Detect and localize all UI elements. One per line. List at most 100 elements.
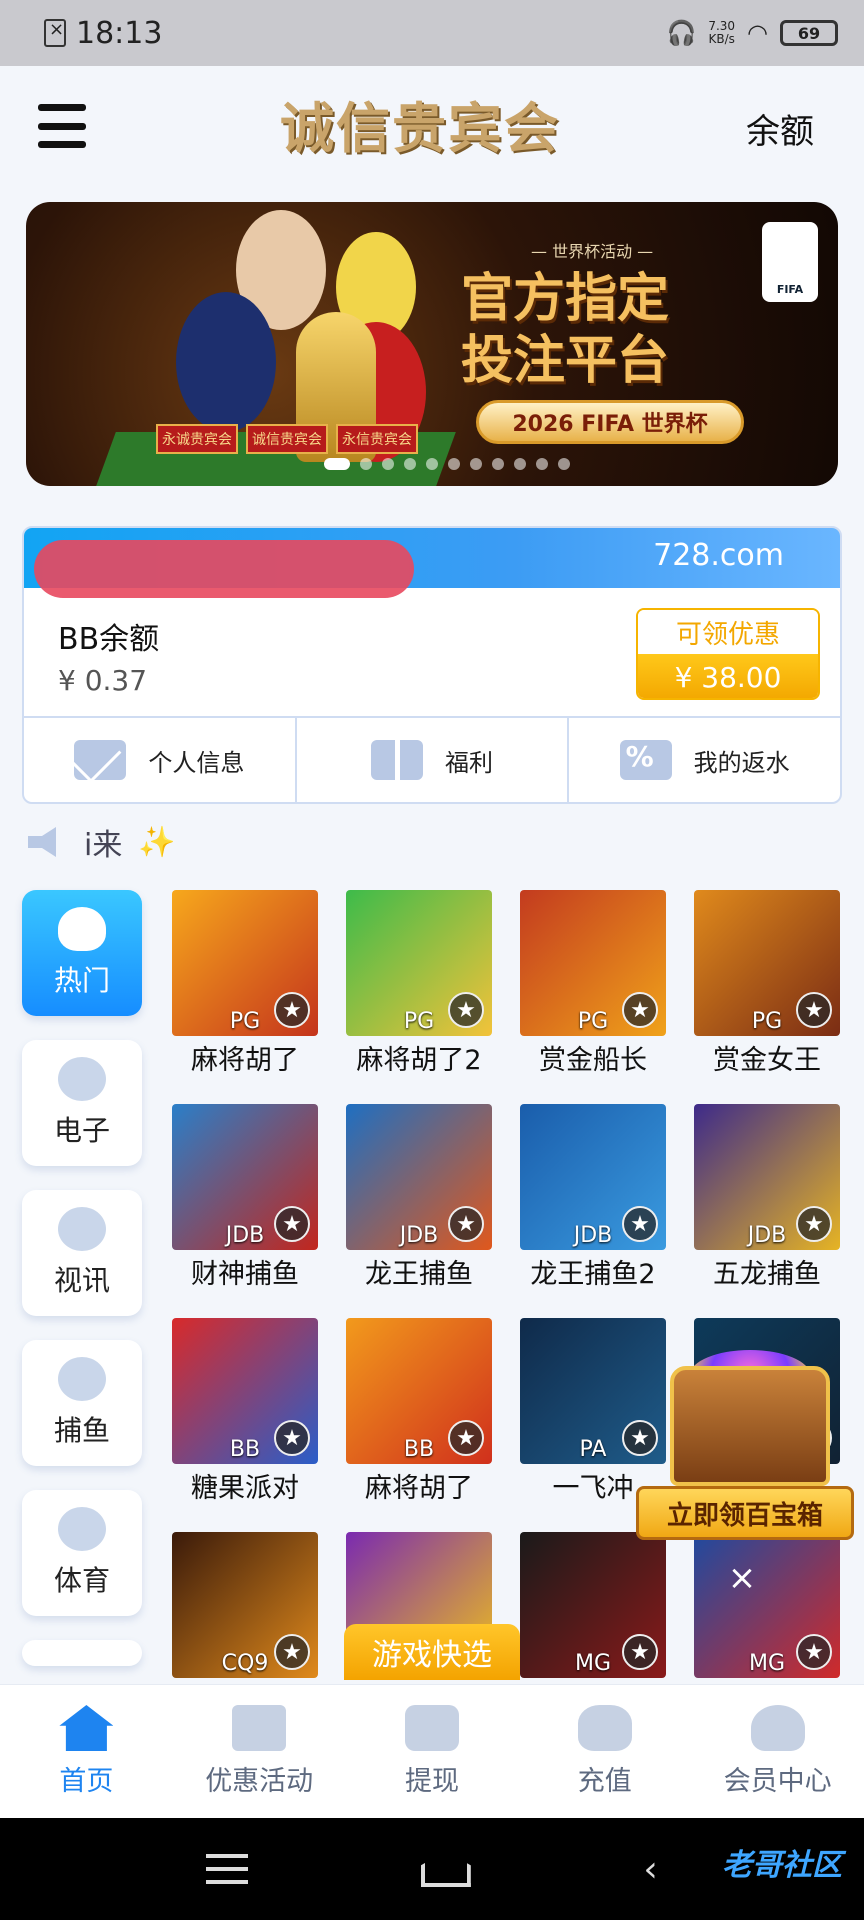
- shortcut-welfare[interactable]: 福利: [297, 718, 570, 802]
- favorite-star-icon[interactable]: ★: [448, 1420, 484, 1456]
- game-tile[interactable]: CQ9 ★: [172, 1532, 318, 1680]
- game-tile[interactable]: JDB ★ 龙王捕鱼2: [520, 1104, 666, 1291]
- nav-label: 提现: [404, 1766, 459, 1797]
- nav-member[interactable]: 会员中心: [691, 1685, 864, 1818]
- shortcut-profile[interactable]: 个人信息: [24, 718, 297, 802]
- game-thumbnail: JDB ★: [694, 1104, 840, 1250]
- category-sidebar: 热门 电子 视讯 捕鱼 体育: [22, 890, 142, 1666]
- nav-label: 充值: [577, 1766, 632, 1797]
- rebate-icon: [619, 740, 672, 780]
- game-tile[interactable]: JDB ★ 龙王捕鱼: [346, 1104, 492, 1291]
- carousel-dot[interactable]: [514, 458, 526, 470]
- favorite-star-icon[interactable]: ★: [274, 1206, 310, 1242]
- carousel-dot[interactable]: [470, 458, 482, 470]
- carousel-dot[interactable]: [492, 458, 504, 470]
- category-fishing[interactable]: 捕鱼: [22, 1340, 142, 1466]
- sparkle-icon: ✨: [138, 824, 176, 860]
- status-time: 18:13: [76, 15, 163, 51]
- nav-promotions[interactable]: 优惠活动: [173, 1685, 346, 1818]
- favorite-star-icon[interactable]: ★: [448, 992, 484, 1028]
- claim-treasure-button[interactable]: 立即领百宝箱: [636, 1486, 854, 1540]
- category-label: 电子: [53, 1114, 110, 1147]
- card-icon: [404, 1705, 459, 1751]
- game-name: 财神捕鱼: [191, 1259, 299, 1290]
- soccer-ball-icon: [58, 1507, 106, 1551]
- carousel-dot[interactable]: [426, 458, 438, 470]
- system-home-icon[interactable]: [420, 1851, 471, 1887]
- network-speed: 7.30 KB/s: [708, 19, 736, 46]
- app-header: 诚信贵宾会 余额: [0, 66, 864, 192]
- game-quick-pick-button[interactable]: 游戏快选: [344, 1624, 520, 1680]
- carousel-dot[interactable]: [324, 458, 350, 470]
- carousel-dot[interactable]: [382, 458, 394, 470]
- game-tile[interactable]: BB ★ 糖果派对: [172, 1318, 318, 1505]
- favorite-star-icon[interactable]: ★: [622, 992, 658, 1028]
- watermark: 老哥社区: [722, 1848, 842, 1883]
- carousel-dot[interactable]: [536, 458, 548, 470]
- carousel-dot[interactable]: [360, 458, 372, 470]
- menu-icon[interactable]: [38, 104, 86, 148]
- category-label: 热门: [53, 964, 110, 997]
- game-tile[interactable]: MG ★: [520, 1532, 666, 1680]
- home-icon: [59, 1705, 114, 1751]
- game-thumbnail: PG ★: [520, 890, 666, 1036]
- favorite-star-icon[interactable]: ★: [796, 1634, 832, 1670]
- recent-apps-icon[interactable]: [206, 1854, 249, 1884]
- fifa-badge: FIFA: [762, 222, 818, 302]
- brand-logo: 诚信贵宾会: [280, 96, 560, 160]
- game-tile[interactable]: JDB ★ 财神捕鱼: [172, 1104, 318, 1291]
- carousel-dot[interactable]: [558, 458, 570, 470]
- nav-withdraw[interactable]: 提现: [346, 1685, 519, 1818]
- account-card: 728.com BB余额 ¥ 0.37 可领优惠 ¥ 38.00 个人信息 福利…: [22, 526, 842, 804]
- game-tile[interactable]: PA ★ 一飞冲: [520, 1318, 666, 1505]
- game-name: 麻将胡了: [365, 1473, 473, 1504]
- favorite-star-icon[interactable]: ★: [274, 1634, 310, 1670]
- carousel-dot[interactable]: [448, 458, 460, 470]
- carousel-dots[interactable]: [324, 458, 570, 470]
- system-back-icon[interactable]: ‹: [643, 1849, 657, 1890]
- flame-icon: [58, 907, 106, 951]
- gift-icon: [232, 1705, 287, 1751]
- player-figure: [176, 292, 276, 432]
- favorite-star-icon[interactable]: ★: [274, 992, 310, 1028]
- speaker-icon: [28, 827, 56, 857]
- game-tile[interactable]: JDB ★ 五龙捕鱼: [694, 1104, 840, 1291]
- category-sports[interactable]: 体育: [22, 1490, 142, 1616]
- game-tile[interactable]: PG ★ 赏金船长: [520, 890, 666, 1077]
- carousel-dot[interactable]: [404, 458, 416, 470]
- wifi-icon: ◠: [747, 19, 768, 47]
- favorite-star-icon[interactable]: ★: [448, 1206, 484, 1242]
- game-tile[interactable]: PG ★ 赏金女王: [694, 890, 840, 1077]
- nav-home[interactable]: 首页: [0, 1685, 173, 1818]
- game-tile[interactable]: BB ★ 麻将胡了: [346, 1318, 492, 1505]
- balance-value: ¥ 0.37: [58, 664, 148, 697]
- claim-promo-button[interactable]: 可领优惠 ¥ 38.00: [636, 608, 820, 700]
- category-slots[interactable]: 电子: [22, 1040, 142, 1166]
- game-thumbnail: PG ★: [694, 890, 840, 1036]
- game-name: 龙王捕鱼: [365, 1259, 473, 1290]
- balance-label: BB余额: [58, 622, 160, 657]
- favorite-star-icon[interactable]: ★: [796, 1206, 832, 1242]
- nav-label: 会员中心: [723, 1766, 832, 1797]
- shortcut-rebate[interactable]: 我的返水: [569, 718, 840, 802]
- game-tile[interactable]: PG ★ 麻将胡了: [172, 890, 318, 1077]
- favorite-star-icon[interactable]: ★: [622, 1634, 658, 1670]
- game-name: 麻将胡了2: [356, 1045, 482, 1076]
- nav-deposit[interactable]: 充值: [518, 1685, 691, 1818]
- promo-banner[interactable]: 永诚贵宾会 诚信贵宾会 永信贵宾会 — 世界杯活动 — 官方指定 投注平台 20…: [26, 202, 838, 486]
- category-hot[interactable]: 热门: [22, 890, 142, 1016]
- game-thumbnail: BB ★: [346, 1318, 492, 1464]
- favorite-star-icon[interactable]: ★: [622, 1206, 658, 1242]
- category-live[interactable]: 视讯: [22, 1190, 142, 1316]
- game-tile[interactable]: PG ★ 麻将胡了2: [346, 890, 492, 1077]
- banner-pill: 2026 FIFA 世界杯: [476, 400, 744, 444]
- close-icon[interactable]: ×: [724, 1558, 760, 1598]
- favorite-star-icon[interactable]: ★: [796, 992, 832, 1028]
- game-tile[interactable]: MG ★: [694, 1532, 840, 1680]
- site-domain[interactable]: 728.com: [653, 538, 784, 573]
- balance-link[interactable]: 余额: [746, 104, 814, 153]
- game-thumbnail: JDB ★: [520, 1104, 666, 1250]
- category-more[interactable]: [22, 1640, 142, 1666]
- notice-bar[interactable]: i来 ✨: [28, 820, 176, 864]
- favorite-star-icon[interactable]: ★: [274, 1420, 310, 1456]
